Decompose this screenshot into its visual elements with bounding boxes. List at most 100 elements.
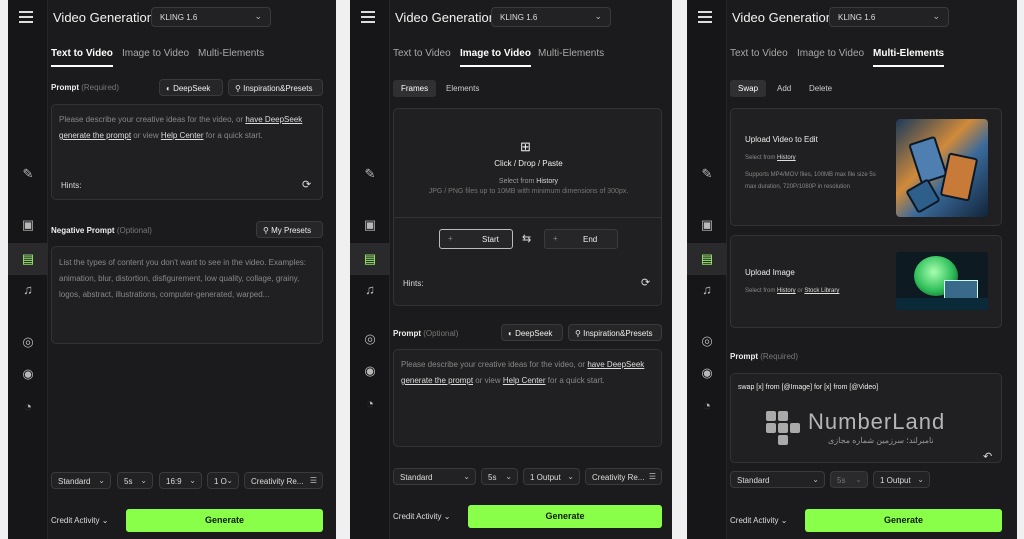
deepseek-button[interactable]: ◐ DeepSeek — [501, 324, 563, 341]
image-preview — [896, 252, 988, 310]
chevron-down-icon: ⌄ — [254, 11, 262, 21]
eye-icon[interactable]: ◉ — [358, 359, 382, 383]
deepseek-button[interactable]: ◐ DeepSeek — [159, 79, 223, 96]
eye-icon[interactable]: ◉ — [695, 361, 719, 385]
quality-select[interactable]: Standard ⌄ — [393, 468, 476, 485]
magic-icon[interactable]: ✎ — [695, 162, 719, 186]
deepseek-link[interactable]: have DeepSeek — [245, 115, 302, 124]
side-rail: ✎ ▣ ▤ ♫ ◎ ◉ ◔ — [350, 0, 390, 539]
upload-note: JPG / PNG files up to 10MB with minimum … — [428, 188, 629, 195]
upload-image-title: Upload Image — [745, 268, 795, 277]
video-note: Supports MP4/MOV files, 100MB max file s… — [745, 172, 876, 190]
tab-text-to-video[interactable]: Text to Video — [51, 48, 113, 67]
model-select[interactable]: KLING 1.6 ⌄ — [491, 7, 611, 27]
eye-icon[interactable]: ◉ — [16, 362, 40, 386]
my-presets-button[interactable]: ⚲ My Presets — [256, 221, 323, 238]
credit-activity[interactable]: Credit Activity ⌄ — [51, 516, 108, 525]
magic-icon[interactable]: ✎ — [358, 162, 382, 186]
menu-icon[interactable] — [361, 11, 375, 23]
tab-multi-elements[interactable]: Multi-Elements — [198, 48, 264, 59]
prompt-input[interactable]: Please describe your creative ideas for … — [51, 104, 323, 200]
upload-image-card[interactable]: Upload Image Select from History or Stoc… — [730, 235, 1002, 328]
start-frame-button[interactable]: + Start — [439, 229, 513, 249]
generate-prompt-link[interactable]: generate the prompt — [59, 131, 131, 140]
tab-image-to-video[interactable]: Image to Video — [797, 48, 864, 59]
creativity-select[interactable]: Creativity Re... ☰ — [585, 468, 662, 485]
negative-prompt-placeholder: List the types of content you don't want… — [59, 258, 307, 299]
generate-button[interactable]: Generate — [126, 509, 323, 532]
image-icon[interactable]: ▣ — [695, 213, 719, 237]
tab-multi-elements[interactable]: Multi-Elements — [873, 48, 945, 67]
credit-activity[interactable]: Credit Activity ⌄ — [730, 516, 787, 525]
prompt-input[interactable]: Please describe your creative ideas for … — [393, 349, 662, 447]
image-icon[interactable]: ▣ — [16, 213, 40, 237]
tab-swap[interactable]: Swap — [730, 80, 767, 97]
side-rail: ✎ ▣ ▤ ♫ ◎ ◉ ◔ — [8, 0, 48, 539]
refresh-icon[interactable]: ⟳ — [302, 178, 311, 191]
model-select[interactable]: KLING 1.6 ⌄ — [151, 7, 271, 27]
video-icon[interactable]: ▤ — [687, 243, 727, 275]
history-link[interactable]: History — [777, 155, 796, 161]
credit-activity[interactable]: Credit Activity ⌄ — [393, 512, 450, 521]
cube-icon[interactable]: ◎ — [695, 329, 719, 353]
history-link[interactable]: History — [777, 288, 796, 294]
help-center-link[interactable]: Help Center — [503, 376, 546, 385]
stock-library-link[interactable]: Stock Library — [804, 288, 839, 294]
upload-video-card[interactable]: Upload Video to Edit Select from History… — [730, 108, 1002, 226]
cube-icon[interactable]: ◎ — [358, 327, 382, 351]
undo-icon[interactable]: ↶ — [983, 450, 992, 463]
inspiration-presets-button[interactable]: ⚲ Inspiration&Presets — [568, 324, 662, 341]
output-count-select[interactable]: 1 O ⌄ — [207, 472, 239, 489]
negative-prompt-input[interactable]: List the types of content you don't want… — [51, 246, 323, 344]
tab-elements[interactable]: Elements — [438, 80, 487, 97]
model-select[interactable]: KLING 1.6 ⌄ — [829, 7, 949, 27]
refresh-icon[interactable]: ⟳ — [641, 276, 650, 289]
page-title: Video Generation — [732, 10, 833, 25]
swap-frames-icon[interactable]: ⇆ — [522, 232, 531, 245]
tab-image-to-video[interactable]: Image to Video — [122, 48, 189, 59]
plus-icon: + — [448, 234, 453, 243]
inspiration-presets-button[interactable]: ⚲ Inspiration&Presets — [228, 79, 323, 96]
help-center-link[interactable]: Help Center — [161, 131, 204, 140]
history-icon[interactable]: ◔ — [16, 395, 40, 419]
history-icon[interactable]: ◔ — [695, 394, 719, 418]
upload-image-icon: ⊞ — [520, 139, 531, 154]
video-icon[interactable]: ▤ — [8, 243, 48, 275]
image-icon[interactable]: ▣ — [358, 213, 382, 237]
tab-image-to-video[interactable]: Image to Video — [460, 48, 531, 67]
quality-select[interactable]: Standard ⌄ — [51, 472, 111, 489]
deepseek-link[interactable]: have DeepSeek — [587, 360, 644, 369]
output-count-select[interactable]: 1 Output ⌄ — [523, 468, 580, 485]
menu-icon[interactable] — [698, 11, 712, 23]
end-frame-button[interactable]: + End — [544, 229, 618, 249]
duration-select[interactable]: 5s ⌄ — [481, 468, 518, 485]
frames-upload-area[interactable]: ⊞ Click / Drop / Paste Select from Histo… — [393, 108, 662, 306]
generate-prompt-link[interactable]: generate the prompt — [401, 376, 473, 385]
tab-add[interactable]: Add — [769, 80, 799, 97]
audio-icon[interactable]: ♫ — [358, 278, 382, 302]
tab-multi-elements[interactable]: Multi-Elements — [538, 48, 604, 59]
audio-icon[interactable]: ♫ — [695, 278, 719, 302]
output-count-select[interactable]: 1 Output ⌄ — [873, 471, 930, 488]
prompt-placeholder: Please describe your creative ideas for … — [401, 360, 645, 385]
tab-text-to-video[interactable]: Text to Video — [393, 48, 451, 59]
ratio-select[interactable]: 16:9 ⌄ — [159, 472, 202, 489]
duration-select[interactable]: 5s ⌄ — [117, 472, 153, 489]
tab-text-to-video[interactable]: Text to Video — [730, 48, 788, 59]
cube-icon[interactable]: ◎ — [16, 330, 40, 354]
magic-icon[interactable]: ✎ — [16, 162, 40, 186]
prompt-label: Prompt (Required) — [51, 83, 120, 92]
audio-icon[interactable]: ♫ — [16, 278, 40, 302]
history-icon[interactable]: ◔ — [358, 392, 382, 416]
generate-button[interactable]: Generate — [468, 505, 662, 528]
panel-multi-elements: ✎ ▣ ▤ ♫ ◎ ◉ ◔ Video Generation KLING 1.6… — [687, 0, 1017, 539]
tab-frames[interactable]: Frames — [393, 80, 437, 97]
menu-icon[interactable] — [19, 11, 33, 23]
quality-select[interactable]: Standard ⌄ — [730, 471, 825, 488]
generate-button[interactable]: Generate — [805, 509, 1002, 532]
duration-select[interactable]: 5s ⌄ — [830, 471, 868, 488]
creativity-select[interactable]: Creativity Re... ☰ — [244, 472, 323, 489]
history-link[interactable]: History — [536, 178, 558, 185]
tab-delete[interactable]: Delete — [801, 80, 840, 97]
video-icon[interactable]: ▤ — [350, 243, 390, 275]
